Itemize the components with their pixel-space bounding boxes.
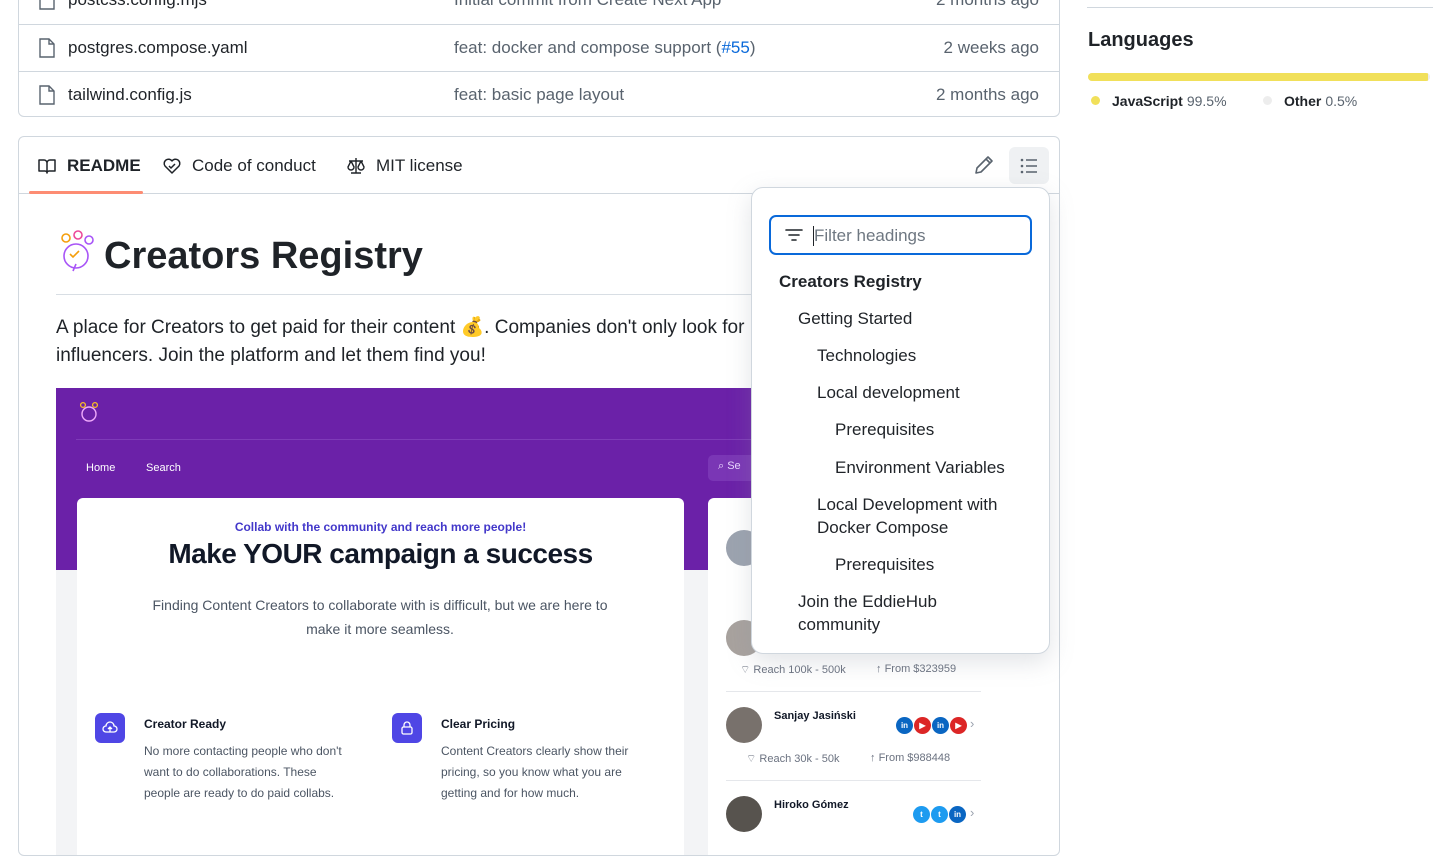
tab-code-of-conduct[interactable]: Code of conduct [162, 137, 316, 194]
file-name-link[interactable]: postgres.compose.yaml [68, 38, 248, 58]
commit-message-link[interactable]: feat: basic page layout [454, 85, 624, 105]
law-scale-icon [347, 157, 365, 174]
languages-heading: Languages [1088, 29, 1194, 51]
toc-item-join-eddiehub[interactable]: Join the EddieHub community [798, 590, 978, 636]
toc-item-local-development[interactable]: Local development [817, 381, 960, 404]
language-item-other[interactable]: Other 0.5% [1263, 93, 1357, 109]
preview-person-name: Sanjay Jasiński [774, 710, 856, 722]
commit-time: 2 weeks ago [943, 38, 1039, 57]
tab-readme[interactable]: README [37, 137, 141, 194]
outline-toggle-button[interactable] [1009, 147, 1049, 184]
avatar [726, 796, 762, 832]
linkedin-icon: in [896, 717, 913, 734]
filter-headings-input[interactable] [814, 225, 1014, 247]
languages-bar [1088, 73, 1430, 81]
avatar [726, 707, 762, 743]
feature-title: Clear Pricing [441, 717, 516, 731]
language-dot [1091, 96, 1100, 105]
filter-headings-field[interactable] [769, 215, 1032, 255]
commit-time: 2 months ago [936, 0, 1039, 10]
toc-item-getting-started[interactable]: Getting Started [798, 307, 912, 330]
active-tab-indicator [29, 191, 143, 194]
preview-nav-home: Home [86, 462, 116, 474]
row-divider [726, 691, 981, 692]
preview-price: ↑ From $988448 [870, 752, 951, 764]
chevron-right-icon: › [970, 805, 975, 820]
lock-icon [392, 713, 422, 743]
toc-item-prerequisites-docker[interactable]: Prerequisites [835, 553, 934, 576]
preview-subtext: Finding Content Creators to collaborate … [152, 597, 608, 637]
file-icon [39, 0, 55, 10]
search-icon: ⌕ [718, 460, 728, 472]
toc-item-environment-variables[interactable]: Environment Variables [835, 456, 1005, 479]
file-row[interactable]: postgres.compose.yaml feat: docker and c… [19, 24, 1059, 71]
filter-icon [785, 229, 803, 241]
file-row[interactable]: postcss.config.mjs Initial commit from C… [19, 0, 1059, 24]
preview-person-name: Hiroko Gómez [774, 799, 849, 811]
list-unordered-icon [1020, 158, 1037, 173]
outline-popover: Creators Registry Getting Started Techno… [751, 187, 1050, 654]
toc-item-prerequisites[interactable]: Prerequisites [835, 418, 934, 441]
pull-request-link[interactable]: #55 [721, 38, 749, 57]
file-icon [39, 85, 55, 105]
commit-message-link[interactable]: feat: docker and compose support (#55) [454, 38, 755, 58]
commit-message-link[interactable]: Initial commit from Create Next App [454, 0, 721, 10]
preview-price: ↑ From $323959 [876, 663, 957, 675]
language-item-javascript[interactable]: JavaScript 99.5% [1091, 93, 1227, 109]
file-list: postcss.config.mjs Initial commit from C… [18, 0, 1060, 117]
language-bar-javascript[interactable] [1088, 73, 1429, 81]
linkedin-icon: in [932, 717, 949, 734]
file-name-link[interactable]: postcss.config.mjs [68, 0, 207, 10]
toc-item-technologies[interactable]: Technologies [817, 344, 916, 367]
preview-headline: Make YOUR campaign a success [168, 538, 593, 569]
youtube-icon: ▶ [914, 717, 931, 734]
preview-nav-search: Search [146, 462, 181, 474]
book-icon [38, 158, 56, 174]
commit-time: 2 months ago [935, 85, 1039, 104]
toc-item-creators-registry[interactable]: Creators Registry [779, 270, 922, 293]
readme-title: Creators Registry [104, 235, 423, 277]
youtube-icon: ▶ [950, 717, 967, 734]
file-row[interactable]: tailwind.config.js feat: basic page layo… [19, 71, 1059, 116]
language-bar-other[interactable] [1428, 73, 1430, 81]
toc-item-local-development-docker[interactable]: Local Development with Docker Compose [817, 493, 1017, 539]
twitter-icon: t [931, 806, 948, 823]
readme-tabs: README Code of conduct MIT license [19, 137, 1059, 194]
cloud-upload-icon [95, 713, 125, 743]
app-logo-icon [79, 401, 99, 422]
preview-reach: ⌔ Reach 100k - 500k [740, 664, 846, 676]
sidebar-divider [1087, 7, 1433, 8]
edit-pencil-icon[interactable] [972, 153, 996, 177]
feature-text: No more contacting people who don't want … [144, 744, 342, 800]
feature-title: Creator Ready [144, 717, 227, 731]
preview-hero-card: Collab with the community and reach more… [77, 498, 684, 855]
language-dot [1263, 96, 1272, 105]
file-name-link[interactable]: tailwind.config.js [68, 85, 192, 105]
feature-text: Content Creators clearly show their prici… [441, 744, 629, 800]
file-icon [39, 38, 55, 58]
preview-reach: ⌔ Reach 30k - 50k [746, 753, 840, 765]
preview-kicker: Collab with the community and reach more… [234, 520, 527, 534]
row-divider [726, 780, 981, 781]
twitter-icon: t [913, 806, 930, 823]
linkedin-icon: in [949, 806, 966, 823]
heart-hand-icon [163, 158, 181, 174]
tab-mit-license[interactable]: MIT license [346, 137, 463, 194]
chevron-right-icon: › [970, 716, 975, 731]
project-logo-icon [61, 230, 94, 272]
